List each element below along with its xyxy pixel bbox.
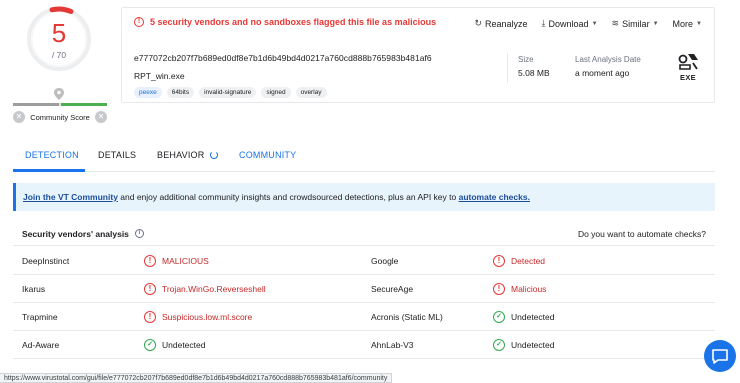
- vendor-name: Ikarus: [22, 284, 46, 294]
- vote-harmless-icon[interactable]: ✕: [13, 111, 25, 123]
- tag[interactable]: invalid-signature: [199, 87, 257, 98]
- automate-checks-link[interactable]: automate checks.: [459, 192, 530, 202]
- vendor-result-text: Undetected: [511, 312, 555, 322]
- vendor-result-text: Suspicious.low.ml.score: [162, 312, 253, 322]
- tag[interactable]: peexe: [134, 87, 162, 98]
- chevron-down-icon: ▼: [696, 20, 702, 27]
- download-icon: ⤓: [541, 18, 546, 28]
- chevron-down-icon: ▼: [591, 20, 598, 27]
- file-actions: ↻ Reanalyze ⤓ Download ▼ ≋ Similar ▼ Mor…: [474, 18, 702, 29]
- similar-icon: ≋: [611, 18, 620, 28]
- tag[interactable]: signed: [261, 87, 291, 98]
- malicious-alert-icon: !: [493, 255, 505, 267]
- tab-details[interactable]: DETAILS: [98, 150, 136, 160]
- vendor-row: Ad-Aware ✓ Undetected AhnLab-V3 ✓ Undetected: [13, 331, 715, 359]
- tab-detection[interactable]: DETECTION: [25, 150, 79, 160]
- community-score-bar: [13, 103, 107, 106]
- vendor-result: ✓ Undetected: [144, 339, 205, 351]
- vendor-result-text: Malicious: [511, 284, 547, 294]
- undetected-check-icon: ✓: [493, 339, 505, 351]
- reanalyze-icon: ↻: [474, 18, 483, 28]
- malicious-alert-icon: !: [144, 311, 156, 323]
- file-name: RPT_win.exe: [134, 71, 185, 81]
- download-button[interactable]: ⤓ Download ▼: [542, 18, 598, 29]
- analysis-date-value: a moment ago: [575, 68, 630, 78]
- loading-spinner-icon: [210, 151, 219, 159]
- vendor-name: Acronis (Static ML): [371, 312, 443, 322]
- file-tags: peexe 64bits invalid-signature signed ov…: [134, 87, 327, 98]
- reanalyze-button[interactable]: ↻ Reanalyze: [474, 18, 527, 29]
- vendor-result-text: Undetected: [162, 340, 206, 350]
- vendor-name: Trapmine: [22, 312, 58, 322]
- more-button[interactable]: More ▼: [673, 18, 702, 29]
- join-community-link[interactable]: Join the VT Community: [23, 192, 118, 202]
- banner-text: and enjoy additional community insights …: [117, 192, 459, 202]
- tag[interactable]: overlay: [295, 87, 327, 98]
- file-type-label: EXE: [680, 73, 696, 82]
- vote-malicious-icon[interactable]: ✕: [94, 111, 107, 123]
- alert-text: 5 security vendors and no sandboxes flag…: [150, 17, 437, 27]
- vendors-header: Security vendors' analysis i Do you want…: [13, 222, 715, 246]
- size-label: Size: [518, 55, 534, 64]
- community-score-label: Community Score: [30, 112, 90, 122]
- vendor-name: DeepInstinct: [22, 256, 70, 266]
- similar-button[interactable]: ≋ Similar ▼: [612, 18, 659, 29]
- divider: [507, 53, 508, 83]
- report-tabs: DETECTION DETAILS BEHAVIOR COMMUNITY: [13, 146, 715, 172]
- score-detections: 5: [51, 18, 67, 48]
- size-value: 5.08 MB: [518, 68, 550, 78]
- tab-behavior[interactable]: BEHAVIOR: [157, 150, 219, 160]
- status-url: https://www.virustotal.com/gui/file/e777…: [0, 373, 393, 383]
- vendor-result: ! Detected: [493, 255, 545, 267]
- vendor-name: SecureAge: [371, 284, 414, 294]
- malicious-alert-icon: !: [493, 283, 505, 295]
- vendor-name: AhnLab-V3: [371, 340, 414, 350]
- score-total: / 70: [51, 50, 67, 60]
- malicious-alert-icon: !: [144, 283, 156, 295]
- undetected-check-icon: ✓: [144, 339, 156, 351]
- chat-icon: [712, 349, 728, 364]
- vendor-result: ! Malicious: [493, 283, 546, 295]
- vendor-result: ! Suspicious.low.ml.score: [144, 311, 252, 323]
- vendor-result-text: Trojan.WinGo.Reverseshell: [162, 284, 266, 294]
- chat-button[interactable]: [704, 340, 736, 372]
- malicious-alert-icon: !: [144, 255, 156, 267]
- vendor-name: Google: [371, 256, 399, 266]
- detection-alert: ! 5 security vendors and no sandboxes fl…: [134, 17, 436, 27]
- vendor-row: DeepInstinct! MALICIOUS Google! Detected: [13, 247, 715, 275]
- vendor-row: Trapmine! Suspicious.low.ml.score Acronis …: [13, 303, 715, 331]
- tag[interactable]: 64bits: [166, 87, 195, 98]
- undetected-check-icon: ✓: [493, 311, 505, 323]
- vendor-result: ✓ Undetected: [493, 311, 554, 323]
- community-score: ✕ Community Score ✕: [13, 110, 107, 124]
- vendor-result: ✓ Undetected: [493, 339, 554, 351]
- active-tab-indicator: [13, 169, 85, 172]
- analysis-date-label: Last Analysis Date: [575, 55, 641, 64]
- vendor-result: ! MALICIOUS: [144, 255, 209, 267]
- vendor-result-text: Undetected: [511, 340, 555, 350]
- info-icon[interactable]: i: [134, 229, 144, 238]
- vendor-row: Ikarus! Trojan.WinGo.Reverseshell SecureAg…: [13, 275, 715, 303]
- chevron-down-icon: ▼: [652, 20, 659, 27]
- file-hash[interactable]: e777072cb207f7b689ed0df8e7b1d6b49bd4d021…: [134, 53, 432, 63]
- alert-icon: !: [134, 17, 144, 27]
- community-score-pin-icon: [54, 88, 64, 100]
- vendor-result: ! Trojan.WinGo.Reverseshell: [144, 283, 266, 295]
- file-type: EXE: [676, 53, 700, 83]
- vendors-title: Security vendors' analysis i: [22, 229, 144, 239]
- vendor-result-text: Detected: [511, 256, 546, 266]
- exe-file-icon: [678, 54, 698, 70]
- vendor-name: Ad-Aware: [22, 340, 60, 350]
- tab-community[interactable]: COMMUNITY: [239, 150, 296, 160]
- file-summary-card: ! 5 security vendors and no sandboxes fl…: [121, 7, 715, 103]
- community-banner: Join the VT Community and enjoy addition…: [13, 183, 715, 211]
- detection-score-gauge: 5 / 70: [24, 4, 94, 74]
- vendor-result-text: MALICIOUS: [162, 256, 209, 266]
- automate-checks-prompt[interactable]: Do you want to automate checks?: [578, 229, 706, 239]
